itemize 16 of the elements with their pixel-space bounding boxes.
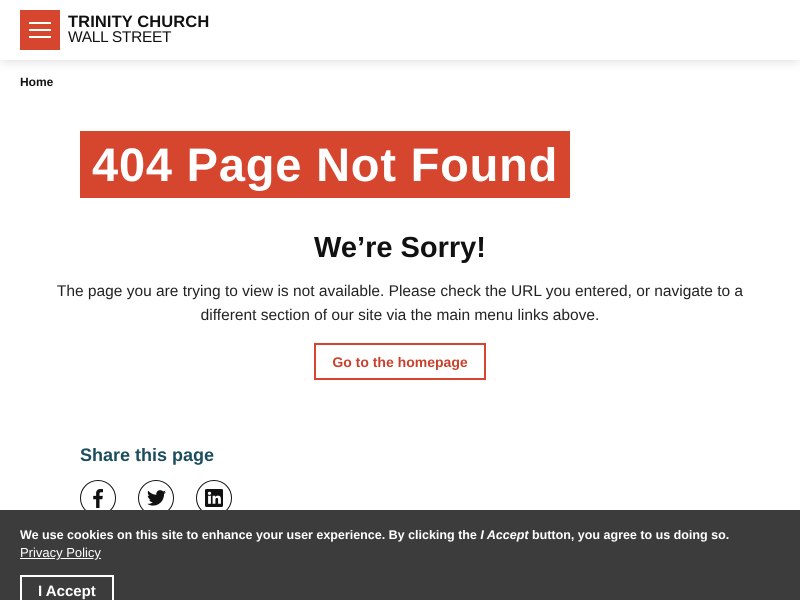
homepage-button[interactable]: Go to the homepage — [314, 343, 486, 380]
accept-button[interactable]: I Accept — [20, 575, 114, 600]
error-banner: 404 Page Not Found — [80, 131, 570, 198]
menu-button[interactable] — [20, 10, 60, 50]
share-heading: Share this page — [80, 444, 214, 466]
sorry-heading: We’re Sorry! — [314, 231, 486, 265]
logo-title[interactable]: TRINITY CHURCH — [68, 15, 210, 30]
breadcrumb-link[interactable]: Home — [20, 75, 54, 89]
menu-icon — [29, 22, 51, 38]
twitter-icon — [146, 490, 166, 506]
facebook-icon — [93, 488, 103, 508]
cookie-notice: We use cookies on this site to enhance your user experience. By clicking the I Accept button, you agree to us doing so. — [20, 527, 730, 544]
logo-subtitle[interactable]: WALL STREET — [68, 30, 210, 45]
error-message: The page you are trying to view is not available. Please check the URL you entered, or navigate to a different section of our site via the main menu links above. — [56, 282, 744, 326]
privacy-policy-link[interactable]: Privacy Policy — [20, 544, 101, 562]
linkedin-icon — [205, 489, 223, 507]
